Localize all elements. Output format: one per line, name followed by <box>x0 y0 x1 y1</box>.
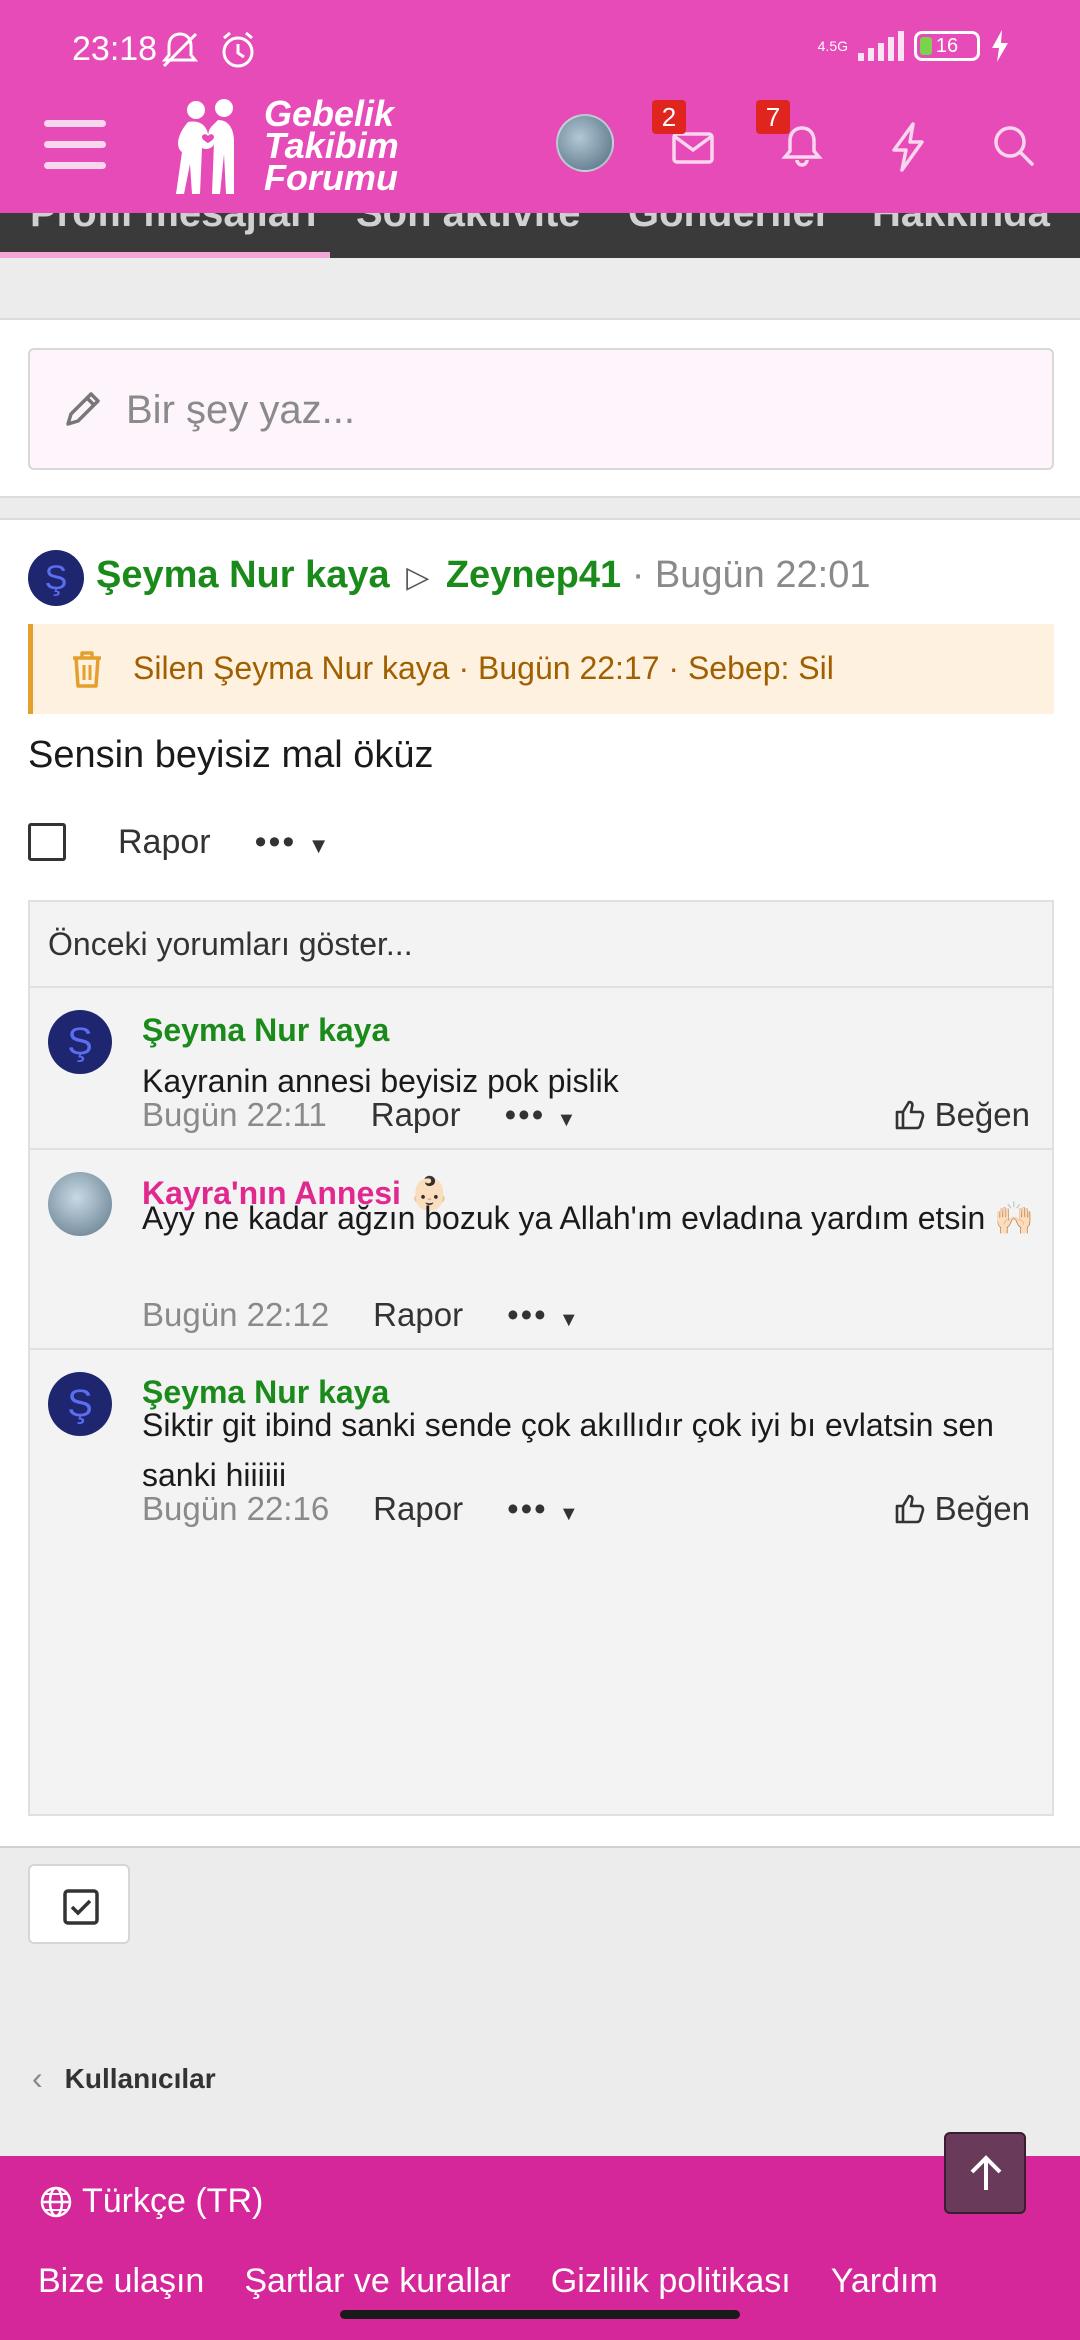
pencil-icon <box>66 392 100 426</box>
post-time[interactable]: · Bugün 22:01 <box>632 554 871 596</box>
like-button[interactable]: Beğen <box>893 1490 1030 1528</box>
status-input[interactable] <box>126 378 1006 442</box>
comment-avatar[interactable]: Ş <box>48 1010 112 1074</box>
comments-list: Önceki yorumları göster... Ş Şeyma Nur k… <box>28 900 1054 1816</box>
deleted-notice: Silen Şeyma Nur kaya · Bugün 22:17 · Seb… <box>28 624 1054 714</box>
profile-tabs: Profil mesajları Son aktivite Gönderiler… <box>0 213 1080 258</box>
footer-link-contact[interactable]: Bize ulaşın <box>38 2262 204 2301</box>
profile-post: Ş Şeyma Nur kaya ▷ Zeynep41 · Bugün 22:0… <box>0 518 1080 1848</box>
comment-footer: Bugün 22:11 Rapor ••• ▼ <box>142 1096 578 1134</box>
checkbox-checked-icon <box>63 1889 99 1925</box>
tab-latest-activity[interactable]: Son aktivite <box>356 213 581 236</box>
search-button[interactable] <box>986 118 1042 174</box>
caret-down-icon: ▼ <box>558 1309 581 1331</box>
comment-item: Ş Şeyma Nur kaya Kayranin annesi beyisiz… <box>30 988 1052 1150</box>
battery-icon: 16 <box>914 31 980 61</box>
comment-text: Ayy ne kadar ağzın bozuk ya Allah'ım evl… <box>142 1200 1035 1236</box>
inbox-badge: 2 <box>652 100 686 134</box>
comment-report-link[interactable]: Rapor <box>371 1096 461 1134</box>
search-icon <box>994 126 1034 166</box>
logo-text: Gebelik Takibim Forumu <box>264 93 399 198</box>
battery-level: 16 <box>935 34 959 57</box>
logo-mark-icon <box>176 99 234 194</box>
author-avatar[interactable]: Ş <box>28 550 84 606</box>
footer-link-help[interactable]: Yardım <box>831 2262 938 2301</box>
recipient-link[interactable]: Zeynep41 <box>446 554 621 596</box>
caret-down-icon: ▼ <box>556 1109 579 1131</box>
report-link[interactable]: Rapor <box>118 823 211 862</box>
tab-profile-posts[interactable]: Profil mesajları <box>30 213 317 236</box>
thumbs-up-icon <box>895 1100 924 1130</box>
tab-posts[interactable]: Gönderiler <box>628 213 830 236</box>
lightning-icon <box>892 122 924 172</box>
comment-report-link[interactable]: Rapor <box>373 1490 463 1528</box>
comment-more-button[interactable]: ••• ▼ <box>507 1490 581 1528</box>
inbox-button[interactable]: 2 <box>652 100 722 174</box>
breadcrumb[interactable]: ‹ Kullanıcılar <box>32 2060 216 2097</box>
site-header: Gebelik Takibim Forumu 2 7 <box>0 90 1080 210</box>
comment-time[interactable]: Bugün 22:16 <box>142 1490 329 1528</box>
comment-avatar[interactable]: Ş <box>48 1372 112 1436</box>
comment-report-link[interactable]: Rapor <box>373 1296 463 1334</box>
status-composer[interactable] <box>28 348 1054 470</box>
status-time: 23:18 <box>72 30 158 68</box>
comment-avatar[interactable] <box>48 1172 112 1236</box>
footer-link-privacy[interactable]: Gizlilik politikası <box>551 2262 791 2301</box>
alerts-badge: 7 <box>756 100 790 134</box>
arrow-right-icon: ▷ <box>406 561 430 594</box>
mute-bell-icon <box>161 32 199 68</box>
comment-item: Ş Şeyma Nur kaya Siktir git ibind sanki … <box>30 1350 1052 1544</box>
language-chooser[interactable]: Türkçe (TR) <box>38 2182 263 2221</box>
select-checkbox[interactable] <box>28 823 66 861</box>
show-previous-comments[interactable]: Önceki yorumları göster... <box>30 902 1052 988</box>
caret-down-icon: ▼ <box>307 832 332 858</box>
post-body: Sensin beyisiz mal öküz <box>28 734 434 776</box>
alerts-button[interactable]: 7 <box>756 100 830 174</box>
comment-item: Kayra'nın Annesi 👶🏻 Ayy ne kadar ağzın b… <box>30 1150 1052 1350</box>
active-tab-indicator <box>0 252 330 258</box>
chevron-left-icon: ‹ <box>32 2060 43 2096</box>
globe-icon <box>40 2186 72 2217</box>
footer-link-terms[interactable]: Şartlar ve kurallar <box>244 2262 510 2301</box>
trash-icon <box>73 651 101 688</box>
breadcrumb-users[interactable]: Kullanıcılar <box>65 2063 216 2095</box>
more-options-button[interactable]: ••• ▼ <box>255 823 332 862</box>
comment-author[interactable]: Şeyma Nur kaya <box>142 1012 389 1049</box>
tab-about[interactable]: Hakkında <box>872 213 1050 236</box>
whats-new-button[interactable] <box>880 118 936 174</box>
top-bar: 23:18 4.5G 16 Gebelik Takibim Forumu 2 7 <box>0 0 1080 213</box>
comment-footer: Bugün 22:16 Rapor ••• ▼ <box>142 1490 581 1528</box>
comment-time[interactable]: Bugün 22:12 <box>142 1296 329 1334</box>
home-indicator[interactable] <box>340 2310 740 2319</box>
site-logo[interactable]: Gebelik Takibim Forumu <box>158 96 399 196</box>
charging-icon <box>992 30 1008 62</box>
select-all-button[interactable] <box>28 1864 130 1944</box>
like-button[interactable]: Beğen <box>893 1096 1030 1134</box>
comment-text: Siktir git ibind sanki sende çok akıllıd… <box>142 1407 994 1493</box>
post-header: Şeyma Nur kaya ▷ Zeynep41 · Bugün 22:01 <box>96 554 870 597</box>
network-type: 4.5G <box>817 38 848 54</box>
comment-time[interactable]: Bugün 22:11 <box>142 1096 327 1134</box>
caret-down-icon: ▼ <box>558 1503 581 1525</box>
post-actions: Rapor ••• ▼ <box>28 820 332 864</box>
composer-block <box>0 318 1080 498</box>
signal-icon <box>858 31 904 61</box>
thumbs-up-icon <box>895 1494 924 1524</box>
author-link[interactable]: Şeyma Nur kaya <box>96 554 390 596</box>
status-bar: 23:18 4.5G 16 <box>0 22 1080 78</box>
scroll-to-top-button[interactable] <box>944 2132 1026 2214</box>
comment-more-button[interactable]: ••• ▼ <box>507 1296 581 1334</box>
comment-more-button[interactable]: ••• ▼ <box>505 1096 579 1134</box>
comment-footer: Bugün 22:12 Rapor ••• ▼ <box>142 1296 581 1334</box>
menu-icon[interactable] <box>44 120 106 172</box>
footer-links: Bize ulaşın Şartlar ve kurallar Gizlilik… <box>38 2262 938 2301</box>
user-avatar[interactable] <box>556 114 614 172</box>
arrow-up-icon <box>970 2155 1002 2190</box>
alarm-icon <box>222 31 254 68</box>
deleted-notice-text: Silen Şeyma Nur kaya · Bugün 22:17 · Seb… <box>133 650 834 686</box>
